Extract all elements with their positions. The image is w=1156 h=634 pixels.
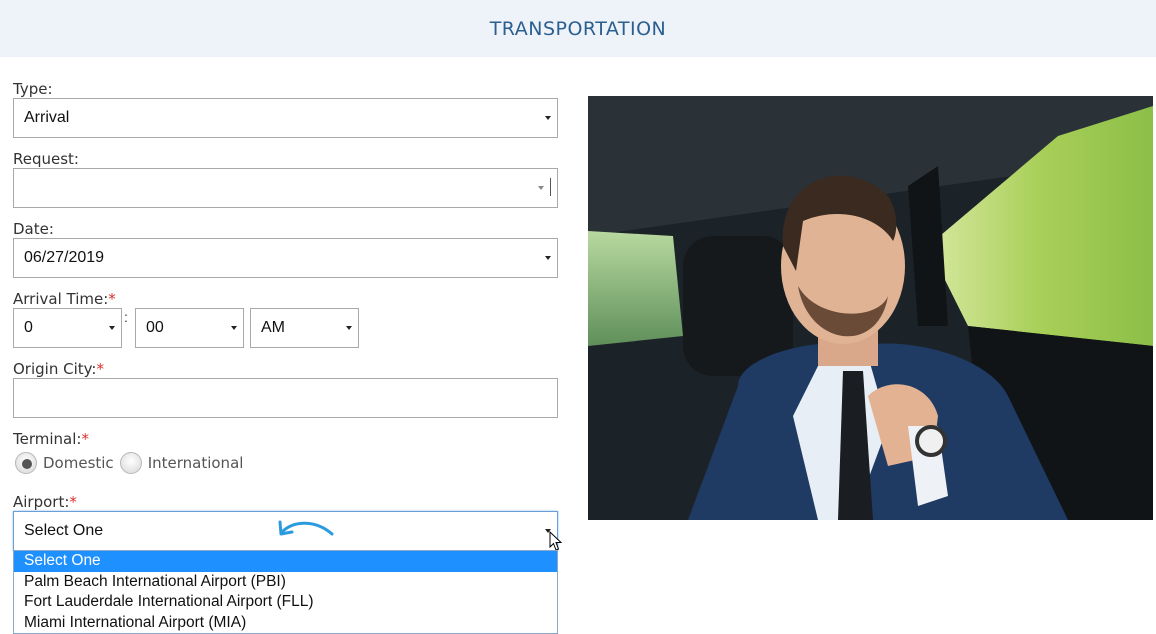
airport-label: Airport:* [13,493,77,511]
origin-city-input[interactable] [13,378,558,418]
airport-options-list: Select One Palm Beach International Airp… [13,550,558,634]
terminal-international-label[interactable]: International [148,454,244,472]
required-mark: * [69,493,77,511]
arrival-minute-select[interactable]: 00 [135,308,244,348]
curved-arrow-icon [278,520,334,536]
airport-select-value: Select One [24,522,104,539]
type-label: Type: [13,80,53,98]
date-label: Date: [13,220,54,238]
date-select[interactable]: 06/27/2019 [13,238,558,278]
chevron-down-icon [545,116,551,120]
select-divider [550,178,551,196]
airport-option[interactable]: Select One [14,551,557,572]
airport-option[interactable]: Miami International Airport (MIA) [14,613,557,634]
terminal-radio-group: Domestic International [15,451,249,475]
chevron-down-icon [346,326,352,330]
page-header: TRANSPORTATION [0,0,1156,57]
date-select-value: 06/27/2019 [24,249,105,266]
request-label: Request: [13,150,79,168]
type-select-value: Arrival [24,109,70,126]
arrival-hour-value: 0 [24,319,33,336]
type-select[interactable]: Arrival [13,98,558,138]
arrival-time-label: Arrival Time:* [13,290,116,308]
arrival-minute-value: 00 [146,319,164,336]
required-mark: * [96,360,104,378]
origin-city-label: Origin City:* [13,360,104,378]
page-title: TRANSPORTATION [489,17,667,40]
request-select[interactable] [13,168,558,208]
airport-option[interactable]: Palm Beach International Airport (PBI) [14,572,557,593]
chevron-down-icon [545,256,551,260]
required-mark: * [108,290,116,308]
arrival-ampm-value: AM [261,319,285,336]
time-separator: : [124,309,128,325]
chevron-down-icon [231,326,237,330]
terminal-domestic-radio[interactable] [15,452,37,474]
transportation-photo [588,96,1153,520]
terminal-label: Terminal:* [13,430,89,448]
arrival-ampm-select[interactable]: AM [250,308,359,348]
airport-option[interactable]: Fort Lauderdale International Airport (F… [14,592,557,613]
arrival-hour-select[interactable]: 0 [13,308,122,348]
terminal-international-radio[interactable] [119,452,142,474]
chevron-down-icon [109,326,115,330]
terminal-domestic-label[interactable]: Domestic [43,454,114,472]
chevron-down-icon [538,186,544,190]
required-mark: * [81,430,89,448]
